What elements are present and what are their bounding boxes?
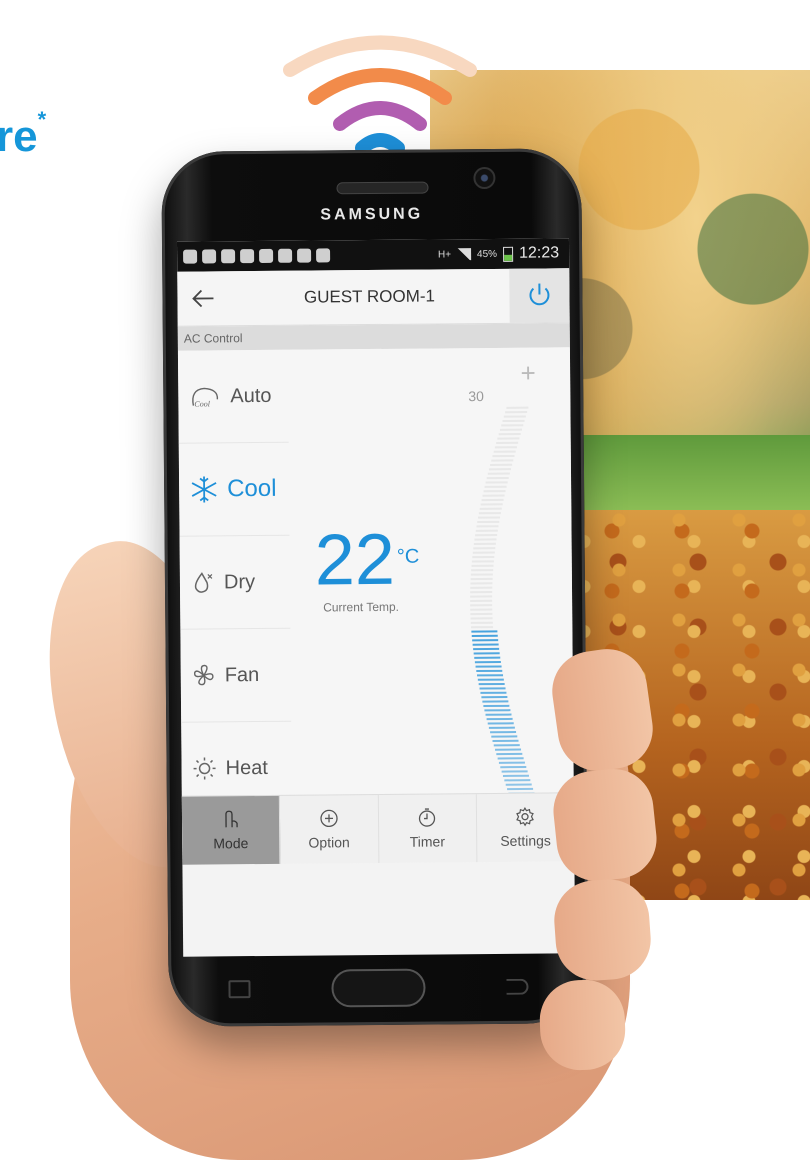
finger — [552, 877, 654, 983]
sync-icon — [278, 249, 292, 263]
gear-icon — [515, 807, 535, 827]
status-right: H+ 45% 12:23 — [438, 244, 559, 263]
svg-text:Cool: Cool — [194, 399, 210, 408]
clock-time: 12:23 — [519, 244, 559, 262]
brand-mark: * — [38, 107, 47, 132]
wifi-status-icon — [202, 249, 216, 263]
fan-icon — [191, 662, 217, 688]
mode-dry[interactable]: Dry — [180, 536, 291, 630]
nav-mode[interactable]: Mode — [182, 796, 281, 865]
back-key[interactable] — [506, 978, 528, 994]
nav-label: Option — [308, 834, 349, 850]
network-type: H+ — [438, 249, 451, 260]
smartphone: SAMSUNG H+ 45% 12:23 — [161, 148, 589, 1027]
phone-maker-logo: SAMSUNG — [162, 204, 582, 226]
earpiece-speaker — [336, 182, 428, 195]
recent-apps-key[interactable] — [228, 980, 250, 998]
hardware-keys — [168, 958, 588, 1017]
auto-mode-icon: Cool — [188, 383, 222, 409]
back-button[interactable] — [177, 271, 229, 325]
dnd-icon — [221, 249, 235, 263]
nav-label: Timer — [410, 833, 445, 849]
mode-list: Cool Auto Cool — [178, 350, 292, 816]
sun-icon — [191, 755, 217, 781]
brand-text: re — [0, 112, 38, 161]
nav-label: Settings — [500, 832, 551, 848]
temperature-max-label: 30 — [468, 388, 484, 404]
mail-icon — [316, 248, 330, 262]
mode-fan[interactable]: Fan — [180, 629, 291, 723]
mode-label: Cool — [227, 475, 277, 503]
mode-label: Auto — [230, 384, 271, 407]
bottom-navigation: Mode Option Timer — [182, 792, 575, 864]
clock-icon — [417, 807, 437, 827]
battery-icon — [503, 246, 513, 261]
ac-control-panel: Cool Auto Cool — [178, 347, 574, 864]
room-title: GUEST ROOM-1 — [229, 286, 509, 308]
mode-label: Fan — [225, 664, 260, 687]
front-camera — [473, 167, 495, 189]
app-screen: H+ 45% 12:23 GUEST ROOM-1 — [177, 238, 575, 956]
battery-percent: 45% — [477, 248, 497, 259]
mode-remote-icon — [221, 809, 241, 829]
signal-strength-icon — [457, 248, 471, 260]
mode-auto[interactable]: Cool Auto — [178, 350, 289, 444]
temperature-slider[interactable] — [428, 347, 574, 862]
temperature-value: 22 — [314, 520, 395, 601]
increase-temperature-button[interactable]: + — [513, 358, 543, 388]
snowflake-icon — [189, 474, 219, 504]
mode-cool[interactable]: Cool — [179, 443, 290, 537]
home-key[interactable] — [331, 968, 425, 1007]
mode-label: Heat — [225, 756, 267, 779]
nav-label: Mode — [213, 835, 248, 851]
temperature-unit: °C — [397, 546, 420, 568]
power-button[interactable] — [509, 268, 569, 323]
arrow-left-icon — [191, 288, 215, 308]
nav-option[interactable]: Option — [280, 795, 379, 864]
finger — [550, 765, 661, 885]
power-icon — [526, 281, 552, 309]
message-icon — [259, 249, 273, 263]
mode-label: Dry — [224, 571, 255, 594]
section-label: AC Control — [178, 323, 570, 350]
wifi-signal-icon — [280, 20, 480, 170]
notification-icon — [183, 250, 197, 264]
brand-wordmark: re* — [0, 112, 46, 162]
app-notification-icon — [297, 249, 311, 263]
notification-icons — [183, 248, 330, 263]
droplet-icon — [190, 569, 216, 595]
finger — [538, 979, 626, 1072]
plus-circle-icon — [319, 808, 339, 828]
status-bar: H+ 45% 12:23 — [177, 238, 569, 271]
nav-timer[interactable]: Timer — [378, 794, 477, 863]
missed-call-icon — [240, 249, 254, 263]
app-header: GUEST ROOM-1 — [177, 268, 569, 326]
